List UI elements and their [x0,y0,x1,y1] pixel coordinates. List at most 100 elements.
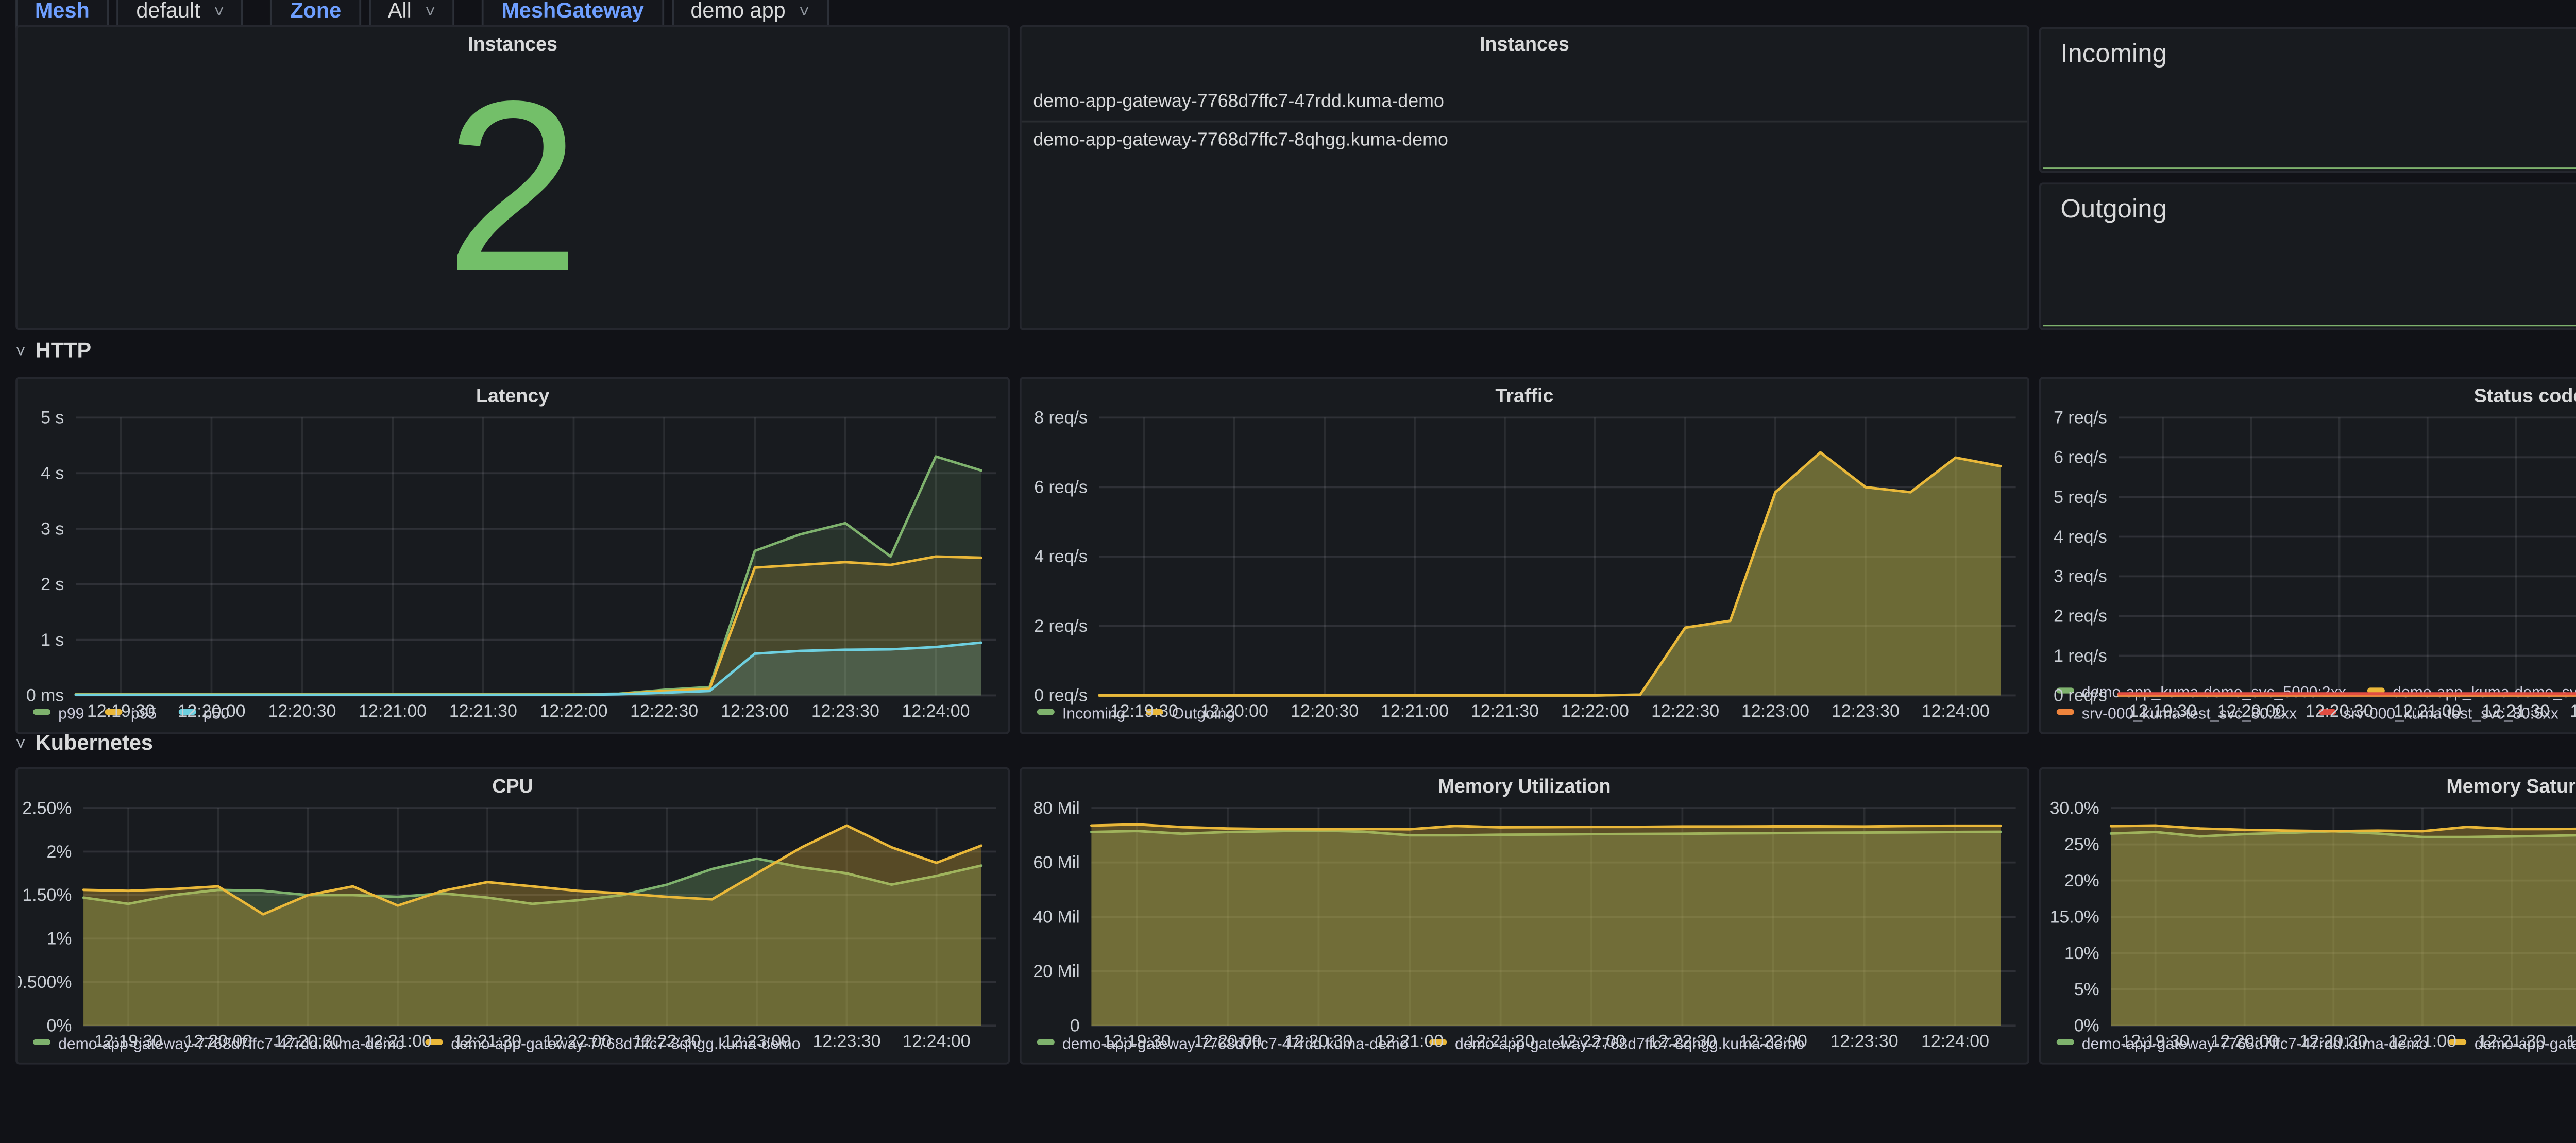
svg-text:12:20:30: 12:20:30 [274,1032,342,1051]
panel-instances-list: Instances demo-app-gateway-7768d7ffc7-47… [1019,24,2030,330]
table-row[interactable]: demo-app-gateway-7768d7ffc7-8qhgg.kuma-d… [1022,122,2028,159]
svg-text:12:24:00: 12:24:00 [1921,1032,1989,1051]
panel-title[interactable]: Outgoing [2060,194,2167,224]
section-kubernetes[interactable]: ˅ Kubernetes [15,730,153,758]
svg-text:0 req/s: 0 req/s [2054,686,2107,705]
panel-title[interactable]: Instances [1022,26,2028,57]
section-label: Kubernetes [35,732,154,756]
svg-text:12:19:30: 12:19:30 [1103,1032,1171,1051]
svg-text:1.50%: 1.50% [22,885,72,905]
outgoing-sparkline[interactable] [2043,255,2576,327]
svg-text:12:22:00: 12:22:00 [1557,1032,1625,1051]
svg-text:12:22:30: 12:22:30 [1648,1032,1716,1051]
panel-traffic: Traffic 0 req/s 2 req/s 4 req/s 6 req/s 8 re… [1019,377,2030,734]
svg-text:12:20:00: 12:20:00 [2211,1032,2279,1051]
latency-chart[interactable]: 0 ms 1 s 2 s 3 s 4 s 5 s 12:19:30 12:20:00 12:20… [18,410,1008,721]
svg-text:3 req/s: 3 req/s [2054,567,2107,586]
svg-text:12:21:00: 12:21:00 [1381,701,1449,721]
panel-title[interactable]: Latency [18,379,1008,410]
svg-text:12:23:00: 12:23:00 [723,1032,791,1051]
svg-text:12:20:30: 12:20:30 [1284,1032,1352,1051]
svg-text:12:21:00: 12:21:00 [1376,1032,1444,1051]
svg-text:6 req/s: 6 req/s [2054,448,2107,467]
svg-text:4 req/s: 4 req/s [1034,547,1088,566]
svg-text:12:22:00: 12:22:00 [1561,701,1629,721]
svg-text:12:21:00: 12:21:00 [2388,1032,2456,1051]
svg-text:12:21:30: 12:21:30 [449,701,517,721]
svg-text:2 req/s: 2 req/s [2054,607,2107,626]
svg-text:3 s: 3 s [41,519,64,539]
svg-text:5%: 5% [2074,980,2099,999]
svg-text:12:21:00: 12:21:00 [2394,701,2462,721]
svg-text:12:20:30: 12:20:30 [1291,701,1359,721]
svg-text:12:23:00: 12:23:00 [1741,701,1809,721]
svg-text:4 s: 4 s [41,464,64,483]
svg-text:0%: 0% [46,1016,72,1036]
memory-saturation-chart[interactable]: 0% 5% 10% 15.0% 20% 25% 30.0% 12:19:30 12:20:00 1… [2041,800,2576,1051]
svg-text:12:21:30: 12:21:30 [1467,1032,1535,1051]
svg-text:12:23:00: 12:23:00 [1739,1032,1807,1051]
svg-text:12:23:30: 12:23:30 [1832,701,1900,721]
svg-text:0%: 0% [2074,1016,2099,1036]
section-http[interactable]: ˅ HTTP [15,338,91,365]
svg-text:10%: 10% [2064,944,2099,963]
svg-text:25%: 25% [2064,835,2099,854]
svg-text:12:19:30: 12:19:30 [1110,701,1178,721]
svg-text:8 req/s: 8 req/s [1034,410,1088,427]
svg-text:1%: 1% [46,929,72,949]
chevron-down-icon: ˅ [15,342,26,362]
svg-text:12:22:30: 12:22:30 [630,701,698,721]
svg-text:12:23:30: 12:23:30 [1831,1032,1899,1051]
svg-text:12:19:30: 12:19:30 [94,1032,162,1051]
svg-text:12:22:00: 12:22:00 [544,1032,612,1051]
svg-text:12:21:00: 12:21:00 [359,701,427,721]
panel-title[interactable]: Traffic [1022,379,2028,410]
svg-text:12:20:00: 12:20:00 [1194,1032,1262,1051]
cpu-chart[interactable]: 0% 0.500% 1% 1.50% 2% 2.50% 12:19:30 12:20:00 12… [18,800,1008,1051]
svg-text:12:19:30: 12:19:30 [2129,701,2197,721]
svg-text:12:22:00: 12:22:00 [2570,701,2576,721]
grafana-dashboard: Mesh default ˅ Zone All ˅ MeshGateway demo app ˅… [0,0,2576,1143]
svg-text:12:22:30: 12:22:30 [1651,701,1719,721]
svg-text:15.0%: 15.0% [2050,907,2099,927]
svg-text:12:20:00: 12:20:00 [184,1032,252,1051]
instances-count-value: 2 [445,52,581,322]
chevron-down-icon: ˅ [214,1,225,21]
svg-text:1 s: 1 s [41,630,64,650]
panel-title[interactable]: Memory Saturation [2041,769,2576,800]
svg-text:7 req/s: 7 req/s [2054,410,2107,427]
svg-text:60 Mil: 60 Mil [1033,853,1079,872]
panel-title[interactable]: Incoming [2060,39,2166,68]
table-row[interactable]: demo-app-gateway-7768d7ffc7-47rdd.kuma-d… [1021,82,2028,122]
svg-text:12:21:30: 12:21:30 [453,1032,521,1051]
status-codes-chart[interactable]: 0 req/s 1 req/s 2 req/s 3 req/s 4 req/s 5 req… [2041,410,2576,721]
memory-utilization-chart[interactable]: 0 20 Mil 40 Mil 60 Mil 80 Mil 12:19:30 12:20:0… [1022,800,2028,1051]
svg-text:2%: 2% [46,842,72,862]
svg-text:12:22:30: 12:22:30 [633,1032,701,1051]
panel-cpu: CPU 0% 0.500% 1% 1.50% 2% 2.50% 12:19:30 12:20:… [15,767,1010,1065]
panel-title[interactable]: Status codes [2041,379,2576,410]
svg-text:12:20:30: 12:20:30 [268,701,336,721]
panel-outgoing: Outgoing 6.56 req/s [2039,182,2576,330]
svg-text:2.50%: 2.50% [22,800,72,818]
svg-text:0 ms: 0 ms [26,686,64,705]
panel-title[interactable]: Memory Utilization [1022,769,2028,800]
panel-title[interactable]: CPU [18,769,1008,800]
panel-instances-stat: Instances 2 [15,24,1010,330]
svg-text:5 s: 5 s [41,410,64,427]
section-label: HTTP [35,340,92,363]
svg-text:6 req/s: 6 req/s [1034,478,1088,497]
svg-text:12:23:30: 12:23:30 [812,1032,880,1051]
svg-text:12:20:30: 12:20:30 [2299,1032,2367,1051]
svg-text:12:21:30: 12:21:30 [1471,701,1539,721]
svg-text:12:20:00: 12:20:00 [177,701,245,721]
svg-text:12:23:00: 12:23:00 [721,701,789,721]
panel-status-codes: Status codes 0 req/s 1 req/s 2 req/s 3 req/… [2039,377,2576,734]
traffic-chart[interactable]: 0 req/s 2 req/s 4 req/s 6 req/s 8 req/s 12:19… [1022,410,2028,721]
svg-text:12:21:30: 12:21:30 [2482,701,2550,721]
svg-text:2 s: 2 s [41,575,64,594]
svg-text:12:21:00: 12:21:00 [364,1032,432,1051]
chevron-down-icon: ˅ [15,734,26,754]
incoming-sparkline[interactable] [2043,97,2576,169]
svg-text:12:20:00: 12:20:00 [1200,701,1268,721]
